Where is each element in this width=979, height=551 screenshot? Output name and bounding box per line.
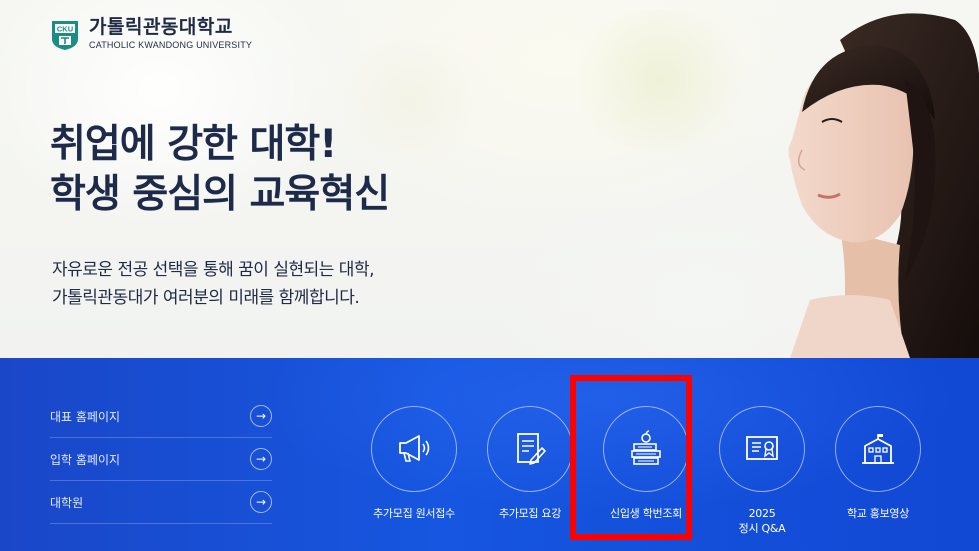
hero-subtext: 자유로운 전공 선택을 통해 꿈이 실현되는 대학, 가톨릭관동대가 여러분의 … [52,256,375,312]
menu-item-freshman-id-lookup[interactable]: 신입생 학번조회 [588,406,704,536]
cku-emblem-icon: CKU [50,19,80,51]
logo-name-english: CATHOLIC KWANDONG UNIVERSITY [89,40,253,50]
menu-circle [603,406,689,492]
logo-name-korean: 가톨릭관동대학교 [89,17,233,38]
hero-headline: 취업에 강한 대학! 학생 중심의 교육혁신 [50,120,390,220]
icon-menu: 추가모집 원서접수 추가모집 요강 신입생 학번조회 2025 정시 Q&A 학… [356,406,936,536]
quick-link-graduate-school[interactable]: 대학원 → [50,481,272,524]
menu-label: 추가모집 요강 [498,507,562,520]
menu-item-promo-video[interactable]: 학교 홍보영상 [820,406,936,536]
building-icon [862,434,894,464]
menu-label: 학교 홍보영상 [846,507,910,520]
arrow-right-icon: → [250,405,272,427]
menu-label: 2025 정시 Q&A [739,506,786,536]
menu-circle [835,406,921,492]
subtext-line-2: 가톨릭관동대가 여러분의 미래를 함께합니다. [52,288,360,308]
books-apple-icon [631,430,661,465]
quick-link-main-homepage[interactable]: 대표 홈페이지 → [50,395,272,438]
quick-link-admission-homepage[interactable]: 입학 홈페이지 → [50,438,272,481]
student-photo [788,13,979,358]
arrow-right-icon: → [250,491,272,513]
quick-links: 대표 홈페이지 → 입학 홈페이지 → 대학원 → [50,395,272,524]
document-pen-icon [517,433,546,465]
certificate-icon [746,436,778,460]
menu-item-2025-qa[interactable]: 2025 정시 Q&A [704,406,820,536]
menu-label-line-2: 정시 Q&A [738,522,786,535]
arrow-right-icon: → [250,448,272,470]
quick-menu-band: 대표 홈페이지 → 입학 홈페이지 → 대학원 → 추가모집 원서접수 추가모집… [0,358,979,551]
menu-circle [487,406,573,492]
headline-line-1: 취업에 강한 대학! [50,122,337,167]
quick-link-label: 대학원 [50,495,84,510]
menu-item-additional-guidelines[interactable]: 추가모집 요강 [472,406,588,536]
menu-label: 추가모집 원서접수 [373,507,455,520]
university-logo[interactable]: CKU 가톨릭관동대학교 CATHOLIC KWANDONG UNIVERSIT… [50,18,252,51]
menu-circle [371,406,457,492]
logo-text: 가톨릭관동대학교 CATHOLIC KWANDONG UNIVERSITY [89,18,252,51]
hero-banner: CKU 가톨릭관동대학교 CATHOLIC KWANDONG UNIVERSIT… [0,0,979,358]
menu-label-line-1: 2025 [748,507,776,520]
headline-line-2: 학생 중심의 교육혁신 [50,172,390,217]
menu-label: 신입생 학번조회 [610,507,682,520]
quick-link-label: 대표 홈페이지 [50,409,121,424]
menu-circle [719,406,805,492]
megaphone-icon [399,435,430,462]
svg-text:CKU: CKU [57,24,73,33]
quick-link-label: 입학 홈페이지 [50,452,121,467]
subtext-line-1: 자유로운 전공 선택을 통해 꿈이 실현되는 대학, [52,260,375,280]
menu-item-additional-application[interactable]: 추가모집 원서접수 [356,406,472,536]
